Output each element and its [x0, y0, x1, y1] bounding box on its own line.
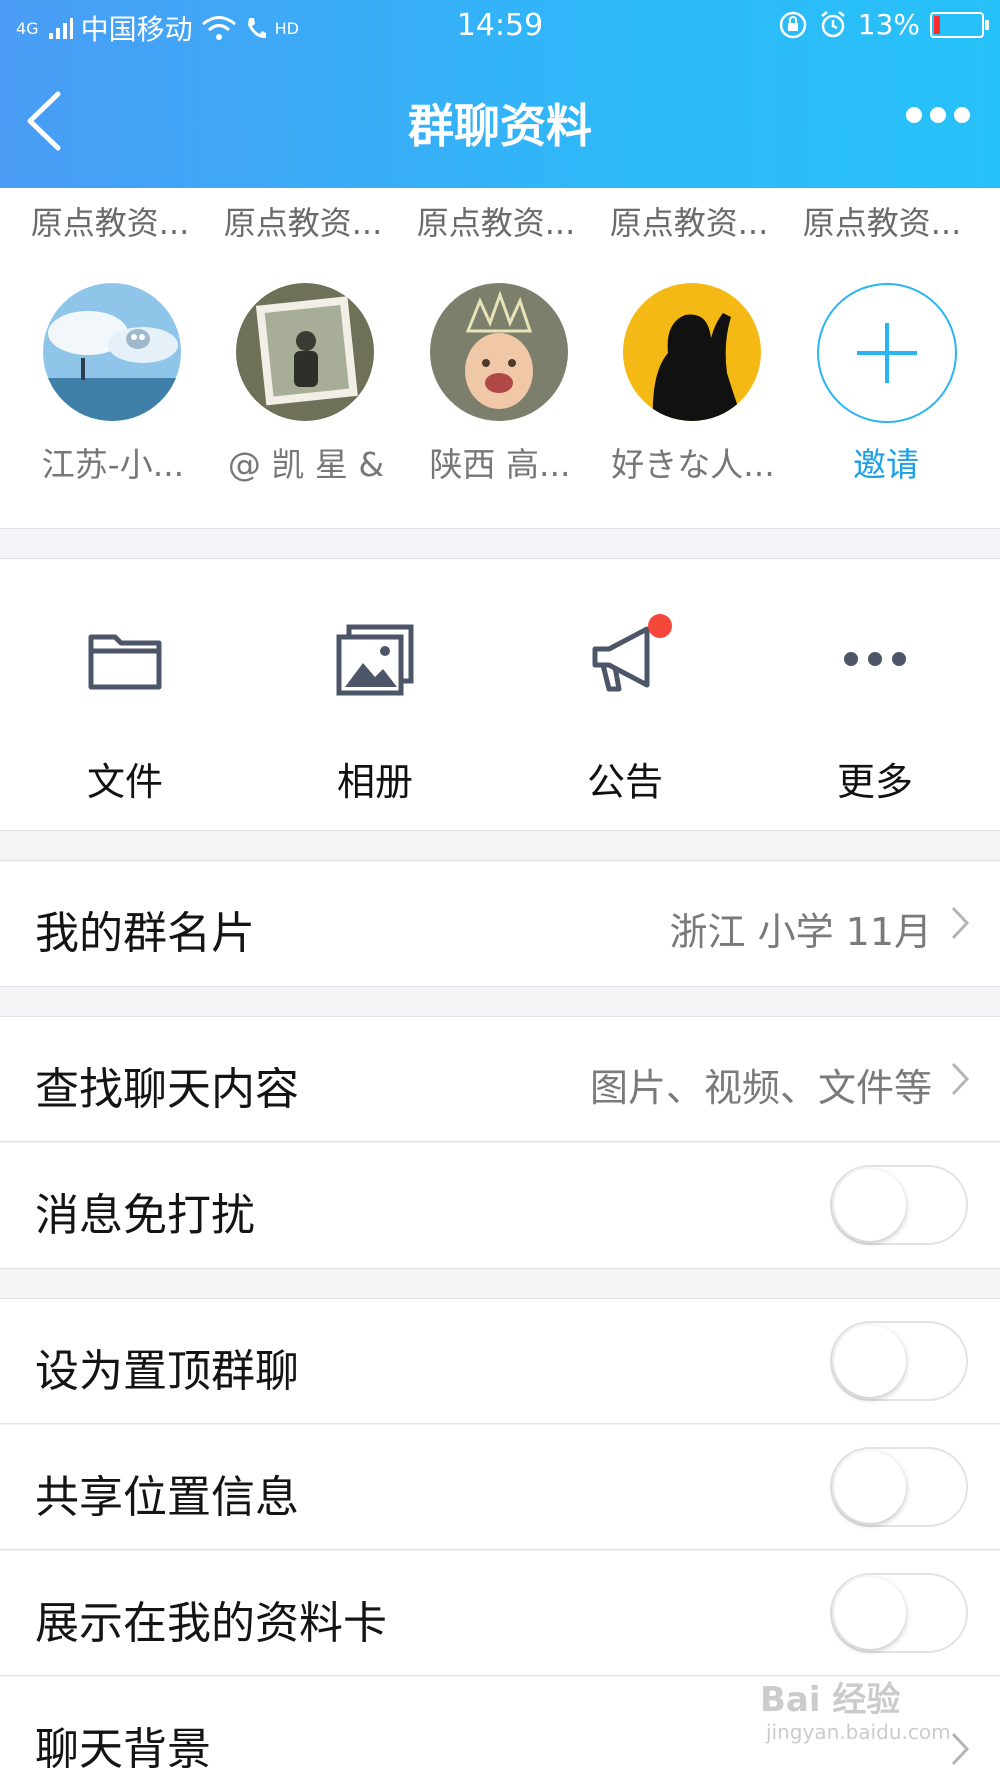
tool-label: 公告: [586, 760, 663, 804]
more-icon: [844, 652, 906, 666]
member-name: 好きな人...: [611, 445, 775, 484]
row-label: 我的群名片: [35, 908, 255, 959]
notification-dot: [648, 614, 672, 638]
pin-chat-toggle[interactable]: [830, 1321, 968, 1401]
row-label: 展示在我的资料卡: [35, 1598, 387, 1649]
chevron-right-icon: [951, 1732, 970, 1766]
tool-label: 相册: [336, 760, 413, 804]
battery-icon: [930, 11, 989, 38]
member-nickname[interactable]: 原点教资...: [20, 198, 200, 244]
watermark-logo: Bai 经验: [760, 1680, 901, 1720]
row-show-on-card: 展示在我的资料卡: [0, 1551, 1000, 1676]
share-location-toggle[interactable]: [830, 1447, 968, 1527]
member-name: 陕西 高...: [429, 445, 571, 484]
invite-button[interactable]: [817, 283, 957, 423]
row-group-card[interactable]: 我的群名片 浙江 小学 11月: [0, 861, 1000, 986]
alarm-icon: [820, 10, 845, 37]
member-nickname[interactable]: 原点教资...: [599, 198, 779, 244]
member-name: 江苏-小...: [41, 445, 185, 484]
tool-announcement[interactable]: 公告: [500, 559, 750, 830]
folder-icon: [88, 634, 162, 690]
tools-grid: 文件 相册 公告 更多: [0, 559, 1000, 830]
status-bar: 4G 中国移动 HD 14:59 13%: [0, 0, 1000, 52]
tool-more[interactable]: 更多: [750, 559, 1000, 830]
battery-percent: 13%: [857, 8, 920, 41]
tool-files[interactable]: 文件: [0, 559, 250, 830]
member-nickname[interactable]: 原点教资...: [213, 198, 393, 244]
tool-label: 更多: [836, 760, 913, 804]
chevron-right-icon: [951, 906, 970, 940]
row-separator: [0, 1141, 1000, 1142]
row-label: 消息免打扰: [35, 1190, 255, 1241]
row-separator: [0, 1549, 1000, 1550]
album-icon: [336, 624, 414, 696]
member-avatar[interactable]: [236, 283, 374, 421]
row-label: 查找聊天内容: [35, 1064, 299, 1115]
row-pin-chat: 设为置顶群聊: [0, 1299, 1000, 1424]
plus-icon: [857, 323, 917, 383]
row-share-location: 共享位置信息: [0, 1425, 1000, 1550]
row-label: 设为置顶群聊: [35, 1346, 299, 1397]
chevron-right-icon: [951, 1062, 970, 1096]
row-label: 共享位置信息: [35, 1472, 299, 1523]
member-section: 原点教资... 原点教资... 原点教资... 原点教资... 原点教资...: [0, 188, 1000, 528]
member-name: @ 凯 星 &: [227, 445, 385, 484]
member-nickname[interactable]: 原点教资...: [406, 198, 586, 244]
nav-bar: 群聊资料: [0, 70, 1000, 170]
more-options-icon[interactable]: [906, 100, 976, 130]
header: 4G 中国移动 HD 14:59 13% 群聊资料: [0, 0, 1000, 188]
rotation-lock-icon: [779, 11, 807, 38]
member-avatar[interactable]: [430, 283, 568, 421]
divider: [0, 830, 1000, 831]
show-on-card-toggle[interactable]: [830, 1573, 968, 1653]
row-separator: [0, 1423, 1000, 1424]
tool-album[interactable]: 相册: [250, 559, 500, 830]
watermark-url: jingyan.baidu.com: [766, 1720, 951, 1744]
divider: [0, 528, 1000, 529]
member-avatar[interactable]: [623, 283, 761, 421]
invite-label[interactable]: 邀请: [796, 438, 976, 486]
divider: [0, 986, 1000, 987]
divider: [0, 1268, 1000, 1269]
row-value: 浙江 小学 11月: [669, 910, 932, 954]
member-nickname[interactable]: 原点教资...: [792, 198, 972, 244]
row-do-not-disturb: 消息免打扰: [0, 1143, 1000, 1268]
row-value: 图片、视频、文件等: [589, 1066, 932, 1110]
member-avatar[interactable]: [43, 283, 181, 421]
page-title: 群聊资料: [408, 99, 592, 153]
do-not-disturb-toggle[interactable]: [830, 1165, 968, 1245]
row-label: 聊天背景: [35, 1724, 211, 1775]
row-search-chat[interactable]: 查找聊天内容 图片、视频、文件等: [0, 1017, 1000, 1142]
member-name-row: 原点教资... 原点教资... 原点教资... 原点教资... 原点教资...: [0, 198, 1000, 248]
tool-label: 文件: [86, 760, 163, 804]
